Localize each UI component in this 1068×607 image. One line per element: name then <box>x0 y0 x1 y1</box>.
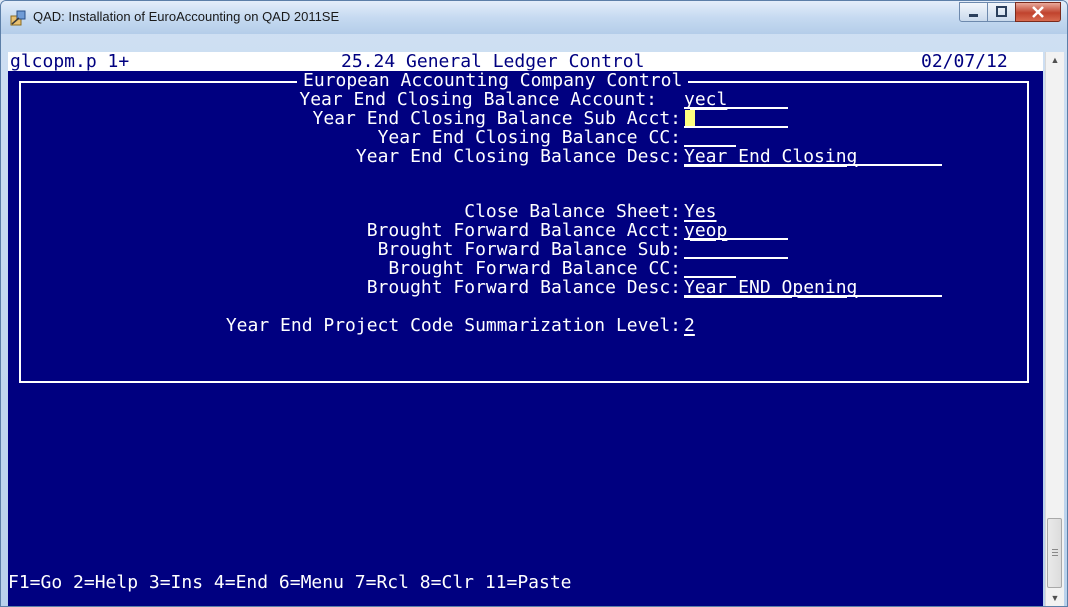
frame-title: European Accounting Company Control <box>297 71 689 90</box>
header-bar: glcopm.p 1+ 25.24 General Ledger Control… <box>8 52 1043 71</box>
ye-close-desc-label: Year End Closing Balance Desc: <box>355 146 681 167</box>
program-name: glcopm.p 1+ <box>10 51 130 72</box>
scroll-thumb[interactable] <box>1047 518 1062 588</box>
ye-close-sub-input[interactable] <box>684 109 788 128</box>
maximize-button[interactable] <box>987 2 1016 22</box>
minimize-button[interactable] <box>959 2 988 22</box>
summ-level-value[interactable]: 2 <box>684 316 695 335</box>
bf-sub-input[interactable] <box>684 240 788 259</box>
bf-acct-input[interactable] <box>684 221 788 240</box>
bf-acct-label: Brought Forward Balance Acct: <box>366 220 681 241</box>
bf-desc-input[interactable] <box>684 278 942 297</box>
menu-title: 25.24 General Ledger Control <box>341 51 645 72</box>
vertical-scrollbar[interactable]: ▲ ▼ <box>1045 52 1064 606</box>
bf-sub-label: Brought Forward Balance Sub: <box>377 239 681 260</box>
ye-close-sub-label: Year End Closing Balance Sub Acct: <box>312 108 681 129</box>
minimize-icon <box>969 14 978 17</box>
summ-level-label: Year End Project Code Summarization Leve… <box>225 315 681 336</box>
function-key-bar: F1=Go 2=Help 3=Ins 4=End 6=Menu 7=Rcl 8=… <box>8 572 572 593</box>
ye-close-acct-label: Year End Closing Balance Account: <box>299 89 657 110</box>
window-title: QAD: Installation of EuroAccounting on Q… <box>33 9 340 24</box>
scroll-up-arrow-icon[interactable]: ▲ <box>1046 52 1064 69</box>
application-window: QAD: Installation of EuroAccounting on Q… <box>0 0 1068 607</box>
bf-desc-label: Brought Forward Balance Desc: <box>366 277 681 298</box>
close-icon <box>1032 6 1044 18</box>
ye-close-acct-input[interactable] <box>684 90 788 109</box>
bf-cc-input[interactable] <box>684 259 736 278</box>
ye-close-cc-label: Year End Closing Balance CC: <box>377 127 681 148</box>
maximize-icon <box>996 6 1007 17</box>
bf-cc-label: Brought Forward Balance CC: <box>388 258 681 279</box>
close-button[interactable] <box>1015 2 1061 22</box>
ye-close-cc-input[interactable] <box>684 128 736 147</box>
qad-app-icon <box>10 10 26 26</box>
close-bs-value[interactable]: Yes <box>684 202 717 221</box>
header-date: 02/07/12 <box>921 51 1008 72</box>
ye-close-desc-input[interactable] <box>684 147 942 166</box>
title-bar[interactable]: QAD: Installation of EuroAccounting on Q… <box>1 1 1067 34</box>
scroll-down-arrow-icon[interactable]: ▼ <box>1046 590 1064 606</box>
terminal-screen[interactable]: glcopm.p 1+ 25.24 General Ledger Control… <box>8 52 1043 606</box>
close-bs-label: Close Balance Sheet: <box>464 201 681 222</box>
